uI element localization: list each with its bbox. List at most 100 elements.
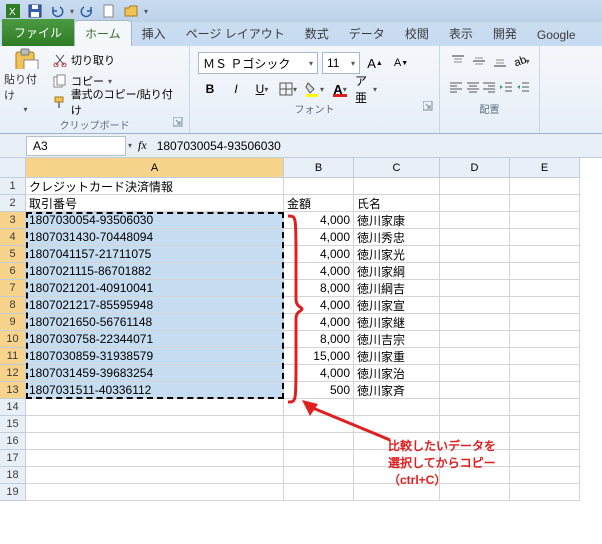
cell[interactable]: 徳川家綱	[354, 263, 440, 280]
cell[interactable]: 徳川家重	[354, 348, 440, 365]
align-right-icon[interactable]	[481, 76, 498, 98]
row-header[interactable]: 8	[0, 297, 26, 314]
bold-icon[interactable]: B	[198, 78, 222, 100]
row-header[interactable]: 17	[0, 450, 26, 467]
cell[interactable]: クレジットカード決済情報	[26, 178, 284, 195]
cell[interactable]	[440, 212, 510, 229]
cell[interactable]: 徳川吉宗	[354, 331, 440, 348]
fx-icon[interactable]: fx	[138, 138, 147, 153]
decrease-indent-icon[interactable]	[498, 76, 515, 98]
cell[interactable]: 徳川家康	[354, 212, 440, 229]
col-header-D[interactable]: D	[440, 158, 510, 178]
namebox-dropdown-icon[interactable]: ▾	[128, 141, 132, 150]
open-icon[interactable]	[122, 2, 140, 20]
cell[interactable]: 氏名	[354, 195, 440, 212]
cell[interactable]	[440, 382, 510, 399]
row-header[interactable]: 6	[0, 263, 26, 280]
cell[interactable]	[510, 280, 580, 297]
row-header[interactable]: 11	[0, 348, 26, 365]
cell[interactable]: 1807031430-70448094	[26, 229, 284, 246]
align-top-icon[interactable]	[448, 50, 469, 72]
cell[interactable]: 取引番号	[26, 195, 284, 212]
name-box[interactable]: A3	[26, 136, 126, 156]
cell[interactable]: 徳川綱吉	[354, 280, 440, 297]
cell[interactable]	[510, 484, 580, 501]
row-header[interactable]: 10	[0, 331, 26, 348]
cell[interactable]	[26, 450, 284, 467]
cell[interactable]: 1807031459-39683254	[26, 365, 284, 382]
row-header[interactable]: 12	[0, 365, 26, 382]
font-size-selector[interactable]: 11▾	[322, 52, 360, 74]
row-header[interactable]: 5	[0, 246, 26, 263]
paste-button[interactable]: 貼り付け ▾	[4, 48, 47, 114]
cell[interactable]	[440, 314, 510, 331]
phonetic-icon[interactable]: ア亜▾	[354, 78, 378, 100]
row-header[interactable]: 7	[0, 280, 26, 297]
cell[interactable]: 徳川家光	[354, 246, 440, 263]
font-launcher-icon[interactable]	[423, 101, 433, 111]
cut-button[interactable]: 切り取り	[49, 50, 185, 70]
row-header[interactable]: 9	[0, 314, 26, 331]
cell[interactable]: 1807041157-21711075	[26, 246, 284, 263]
cell[interactable]: 1807021217-85595948	[26, 297, 284, 314]
tab-formulas[interactable]: 数式	[295, 21, 339, 46]
cell[interactable]	[26, 416, 284, 433]
cell[interactable]: 徳川家斉	[354, 382, 440, 399]
cell[interactable]: 1807021650-56761148	[26, 314, 284, 331]
row-header[interactable]: 1	[0, 178, 26, 195]
cell[interactable]	[440, 348, 510, 365]
font-color-icon[interactable]: A▾	[328, 78, 352, 100]
cell[interactable]	[510, 297, 580, 314]
cell[interactable]	[510, 195, 580, 212]
undo-dropdown-icon[interactable]: ▾	[70, 7, 74, 16]
cell[interactable]	[510, 331, 580, 348]
fill-color-icon[interactable]: ▾	[302, 78, 326, 100]
cell[interactable]	[510, 382, 580, 399]
underline-icon[interactable]: U▾	[250, 78, 274, 100]
cell[interactable]	[510, 178, 580, 195]
cell[interactable]	[440, 331, 510, 348]
col-header-C[interactable]: C	[354, 158, 440, 178]
cell[interactable]	[26, 399, 284, 416]
cell[interactable]: 1807030054-93506030	[26, 212, 284, 229]
cell[interactable]: 1807031511-40336112	[26, 382, 284, 399]
cell[interactable]	[440, 246, 510, 263]
cell[interactable]	[26, 484, 284, 501]
tab-review[interactable]: 校閲	[395, 21, 439, 46]
cell[interactable]: 徳川家宣	[354, 297, 440, 314]
cell[interactable]	[510, 450, 580, 467]
cell[interactable]	[440, 365, 510, 382]
row-header[interactable]: 18	[0, 467, 26, 484]
tab-view[interactable]: 表示	[439, 21, 483, 46]
row-header[interactable]: 15	[0, 416, 26, 433]
select-all-corner[interactable]	[0, 158, 26, 178]
cell[interactable]	[510, 212, 580, 229]
formula-bar[interactable]: 1807030054-93506030	[157, 139, 281, 153]
cell[interactable]: 1807021115-86701882	[26, 263, 284, 280]
grow-font-icon[interactable]: A▲	[364, 52, 386, 74]
undo-icon[interactable]	[48, 2, 66, 20]
row-header[interactable]: 3	[0, 212, 26, 229]
clipboard-launcher-icon[interactable]	[173, 117, 183, 127]
tab-file[interactable]: ファイル	[2, 19, 74, 46]
row-header[interactable]: 13	[0, 382, 26, 399]
cell[interactable]	[510, 416, 580, 433]
align-center-icon[interactable]	[465, 76, 482, 98]
row-header[interactable]: 19	[0, 484, 26, 501]
cell[interactable]	[510, 263, 580, 280]
cell[interactable]	[510, 348, 580, 365]
cell[interactable]	[510, 467, 580, 484]
cell[interactable]	[354, 178, 440, 195]
cell[interactable]: 1807030758-22344071	[26, 331, 284, 348]
cell[interactable]	[510, 314, 580, 331]
cell[interactable]	[284, 178, 354, 195]
cell[interactable]	[440, 297, 510, 314]
border-icon[interactable]: ▾	[276, 78, 300, 100]
cell[interactable]	[440, 280, 510, 297]
shrink-font-icon[interactable]: A▼	[390, 52, 412, 74]
tab-page-layout[interactable]: ページ レイアウト	[176, 21, 295, 46]
align-middle-icon[interactable]	[469, 50, 490, 72]
tab-developer[interactable]: 開発	[483, 21, 527, 46]
cell[interactable]	[440, 263, 510, 280]
cell[interactable]	[510, 246, 580, 263]
